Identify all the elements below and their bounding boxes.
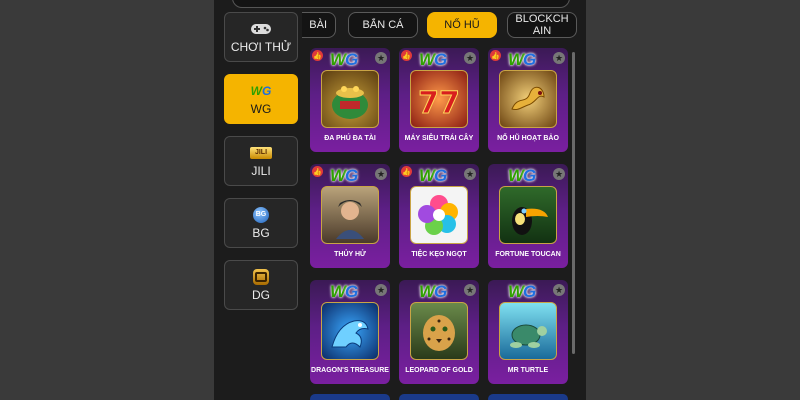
wg-logo-icon: WG (330, 50, 358, 69)
dg-logo-icon (253, 268, 269, 285)
wg-logo-icon: WG (419, 166, 447, 185)
tab-bai[interactable]: BÀI (302, 12, 336, 38)
game-title: NỔ HŨ HOẠT BẢO (497, 135, 559, 142)
game-thumbnail (410, 186, 468, 244)
game-card-partial[interactable] (310, 394, 390, 400)
game-thumbnail (499, 70, 557, 128)
wg-logo-icon: WG (419, 282, 447, 301)
game-card-thuy-hu[interactable]: 👍 WG ★ THỦY HỬ (310, 164, 390, 268)
tab-blockchain[interactable]: BLOCKCH AIN (507, 12, 577, 38)
provider-dg[interactable]: DG (224, 260, 298, 310)
game-card-tiec-keo-ngot[interactable]: 👍 WG ★ TIỆC KẸO NGỌT (399, 164, 479, 268)
game-title: LEOPARD OF GOLD (405, 367, 473, 374)
scrollbar[interactable] (572, 52, 575, 354)
wg-logo-icon: WG (330, 282, 358, 301)
game-card-no-hu-hoat-bao[interactable]: 👍 WG ★ NỔ HŨ HOẠT BẢO (488, 48, 568, 152)
wg-logo-icon: WG (330, 166, 358, 185)
favorite-star-icon[interactable]: ★ (464, 168, 476, 180)
svg-text:77: 77 (418, 86, 460, 121)
game-card-may-sieu-trai-cay[interactable]: 👍 WG ★ 77 MÁY SIÊU TRÁI CÂY (399, 48, 479, 152)
top-search-bar[interactable] (232, 0, 570, 8)
game-title: THỦY HỬ (334, 251, 366, 258)
wg-logo-icon: WG (508, 166, 536, 185)
game-card-partial[interactable] (399, 394, 479, 400)
favorite-star-icon[interactable]: ★ (375, 284, 387, 296)
game-thumbnail (499, 186, 557, 244)
game-title: TIỆC KẸO NGỌT (411, 251, 467, 258)
bg-logo-icon: BG (253, 206, 269, 223)
game-title: MÁY SIÊU TRÁI CÂY (404, 135, 474, 142)
game-card-partial[interactable] (488, 394, 568, 400)
game-card-fortune-toucan[interactable]: WG ★ FORTUNE TOUCAN (488, 164, 568, 268)
provider-choi-thu[interactable]: CHƠI THỬ (224, 12, 298, 62)
game-title: DRAGON'S TREASURE (311, 367, 389, 374)
game-thumbnail: 77 (410, 70, 468, 128)
wg-logo-icon: WG (419, 50, 447, 69)
favorite-star-icon[interactable]: ★ (553, 284, 565, 296)
wg-logo-icon: WG (508, 282, 536, 301)
game-thumbnail (499, 302, 557, 360)
game-thumbnail (321, 70, 379, 128)
favorite-star-icon[interactable]: ★ (553, 168, 565, 180)
game-title: FORTUNE TOUCAN (495, 251, 561, 258)
game-card-dragons-treasure[interactable]: WG ★ DRAGON'S TREASURE (310, 280, 390, 384)
mobile-frame: BÀI BẮN CÁ NỔ HŨ BLOCKCH AIN CHƠI THỬ WG… (214, 0, 586, 400)
game-title: ĐA PHÚ ĐA TÀI (324, 135, 376, 142)
favorite-star-icon[interactable]: ★ (464, 284, 476, 296)
thumbs-up-icon[interactable]: 👍 (312, 166, 323, 177)
game-card-mr-turtle[interactable]: WG ★ MR TURTLE (488, 280, 568, 384)
tab-ban-ca[interactable]: BẮN CÁ (348, 12, 418, 38)
wg-logo-icon: WG (250, 83, 272, 98)
favorite-star-icon[interactable]: ★ (464, 52, 476, 64)
provider-jili[interactable]: JILI JILI (224, 136, 298, 186)
thumbs-up-icon[interactable]: 👍 (312, 50, 323, 61)
game-thumbnail (321, 186, 379, 244)
game-title: MR TURTLE (507, 367, 549, 374)
game-card-da-phu-da-tai[interactable]: 👍 WG ★ ĐA PHÚ ĐA TÀI (310, 48, 390, 152)
tab-no-hu[interactable]: NỔ HŨ (427, 12, 497, 38)
thumbs-up-icon[interactable]: 👍 (401, 50, 412, 61)
provider-bg[interactable]: BG BG (224, 198, 298, 248)
provider-wg[interactable]: WG WG (224, 74, 298, 124)
game-thumbnail (321, 302, 379, 360)
game-card-leopard-of-gold[interactable]: WG ★ LEOPARD OF GOLD (399, 280, 479, 384)
gamepad-icon (250, 21, 272, 37)
favorite-star-icon[interactable]: ★ (375, 168, 387, 180)
thumbs-up-icon[interactable]: 👍 (401, 166, 412, 177)
wg-logo-icon: WG (508, 50, 536, 69)
favorite-star-icon[interactable]: ★ (553, 52, 565, 64)
favorite-star-icon[interactable]: ★ (375, 52, 387, 64)
jili-logo-icon: JILI (250, 146, 272, 159)
game-thumbnail (410, 302, 468, 360)
thumbs-up-icon[interactable]: 👍 (490, 50, 501, 61)
